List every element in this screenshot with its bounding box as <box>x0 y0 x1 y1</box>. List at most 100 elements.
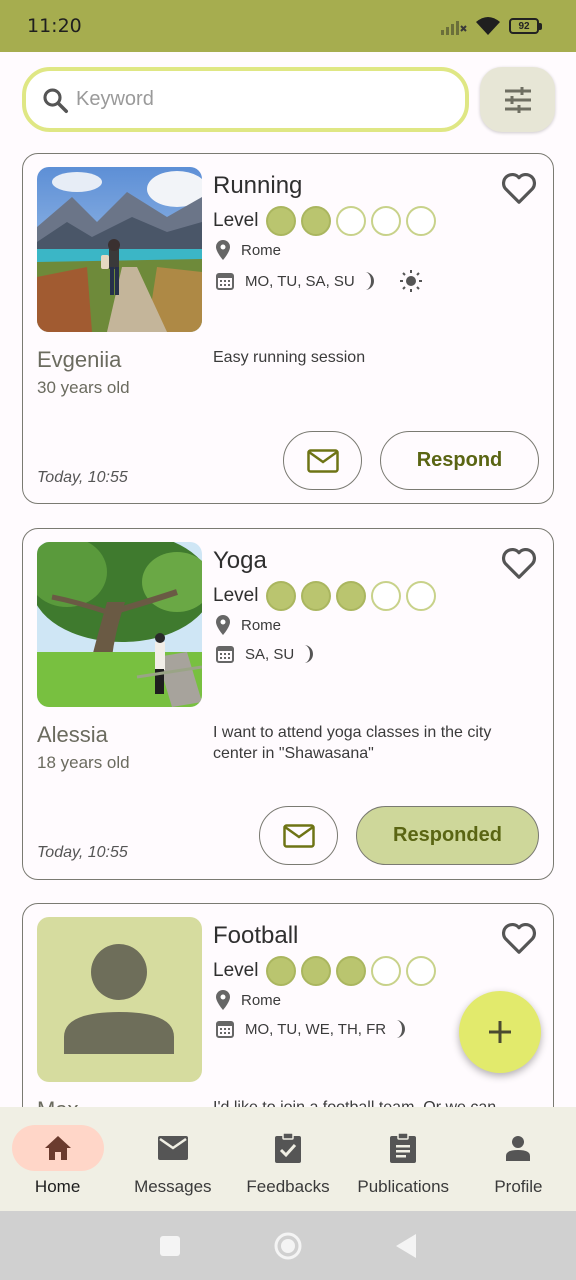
back-icon[interactable] <box>395 1233 417 1259</box>
bottom-nav: Home Messages Feedbacks Publications Pro… <box>0 1107 576 1211</box>
location-pin-icon <box>216 240 230 260</box>
level-dot <box>406 581 437 611</box>
home-icon <box>44 1136 71 1160</box>
mail-icon <box>306 448 339 473</box>
level-dot <box>406 956 437 986</box>
nav-label: Feedbacks <box>246 1177 330 1196</box>
filter-button[interactable] <box>480 67 555 132</box>
recents-icon[interactable] <box>159 1235 181 1257</box>
level-dot <box>336 206 367 236</box>
status-icons: 92 <box>441 16 542 36</box>
post-time: Today, 10:55 <box>37 844 128 861</box>
user-age: 30 years old <box>37 378 130 397</box>
schedule-row: MO, TU, SA, SU <box>215 269 433 293</box>
post-photo <box>37 167 202 332</box>
nav-icon-container <box>242 1125 334 1171</box>
level-dot <box>266 206 297 236</box>
location-text: Rome <box>241 991 282 1009</box>
location-text: Rome <box>241 241 282 259</box>
nav-publications[interactable]: Publications <box>346 1107 461 1211</box>
status-time: 11:20 <box>27 15 82 37</box>
days-text: MO, TU, WE, TH, FR <box>245 1020 387 1038</box>
add-post-button[interactable] <box>459 991 541 1073</box>
nav-label: Profile <box>494 1177 543 1196</box>
location-row: Rome <box>215 990 281 1010</box>
user-name: Alessia <box>37 722 108 747</box>
responded-button[interactable]: Responded <box>356 806 539 865</box>
wifi-icon <box>476 17 500 35</box>
avatar-placeholder <box>37 917 202 1082</box>
favorite-icon[interactable] <box>500 545 538 581</box>
battery-icon: 92 <box>509 18 542 34</box>
level-indicator: Level <box>213 206 441 236</box>
respond-button[interactable]: Respond <box>380 431 539 490</box>
days-text: SA, SU <box>245 645 295 663</box>
location-row: Rome <box>215 615 281 635</box>
nav-messages[interactable]: Messages <box>115 1107 230 1211</box>
moon-icon <box>364 272 374 290</box>
level-dot <box>301 581 332 611</box>
battery-level: 92 <box>518 20 530 32</box>
nav-label: Home <box>34 1177 81 1196</box>
location-pin-icon <box>216 615 230 635</box>
nav-icon-container <box>127 1125 219 1171</box>
level-label: Level <box>213 210 259 231</box>
message-button[interactable] <box>283 431 362 490</box>
nav-icon-container <box>357 1125 449 1171</box>
level-dot <box>336 581 367 611</box>
level-label: Level <box>213 960 259 981</box>
location-pin-icon <box>216 990 230 1010</box>
status-bar: 11:20 92 <box>0 0 576 52</box>
calendar-icon <box>216 646 234 663</box>
schedule-row: MO, TU, WE, TH, FR <box>215 1019 420 1039</box>
level-dot <box>266 581 297 611</box>
post-card[interactable]: Running Level Rome MO, TU, SA, SU Evgeni… <box>22 153 554 504</box>
post-photo <box>37 542 202 707</box>
nav-icon-container <box>472 1125 564 1171</box>
search-icon <box>43 87 68 113</box>
calendar-icon <box>216 1021 234 1038</box>
nav-profile[interactable]: Profile <box>461 1107 576 1211</box>
user-name: Evgeniia <box>37 347 122 372</box>
moon-icon <box>396 1020 406 1038</box>
level-dot <box>371 581 402 611</box>
tune-icon <box>504 86 531 113</box>
nav-label: Publications <box>357 1177 450 1196</box>
level-dot <box>266 956 297 986</box>
favorite-icon[interactable] <box>500 920 538 956</box>
user-age: 18 years old <box>37 753 130 772</box>
level-indicator: Level <box>213 956 441 986</box>
mail-icon <box>157 1136 188 1160</box>
person-icon <box>506 1136 531 1161</box>
calendar-icon <box>216 273 234 290</box>
post-description: Easy running session <box>213 349 366 366</box>
level-dot <box>336 956 367 986</box>
post-card[interactable]: Yoga Level Rome SA, SU Alessia 18 years … <box>22 528 554 880</box>
message-button[interactable] <box>259 806 338 865</box>
activity-title: Yoga <box>213 547 267 574</box>
schedule-row: SA, SU <box>215 644 328 664</box>
activity-title: Running <box>213 172 303 199</box>
location-row: Rome <box>215 240 281 260</box>
signal-icon <box>441 21 467 35</box>
clipboard-list-icon <box>390 1132 417 1163</box>
sun-icon <box>399 270 422 292</box>
plus-icon <box>489 1021 511 1043</box>
level-dot <box>301 206 332 236</box>
search-input[interactable] <box>76 88 436 111</box>
level-label: Level <box>213 585 259 606</box>
level-indicator: Level <box>213 581 441 611</box>
level-dot <box>301 956 332 986</box>
search-bar[interactable] <box>22 67 469 132</box>
nav-home[interactable]: Home <box>0 1107 115 1211</box>
nav-label: Messages <box>134 1177 212 1196</box>
level-dot <box>371 956 402 986</box>
favorite-icon[interactable] <box>500 170 538 206</box>
activity-title: Football <box>213 922 299 949</box>
system-nav-bar <box>0 1211 576 1280</box>
nav-feedbacks[interactable]: Feedbacks <box>230 1107 345 1211</box>
location-text: Rome <box>241 616 282 634</box>
post-description: I want to attend yoga classes in the cit… <box>213 724 492 762</box>
clipboard-check-icon <box>275 1132 301 1163</box>
home-circle-icon[interactable] <box>273 1231 303 1261</box>
